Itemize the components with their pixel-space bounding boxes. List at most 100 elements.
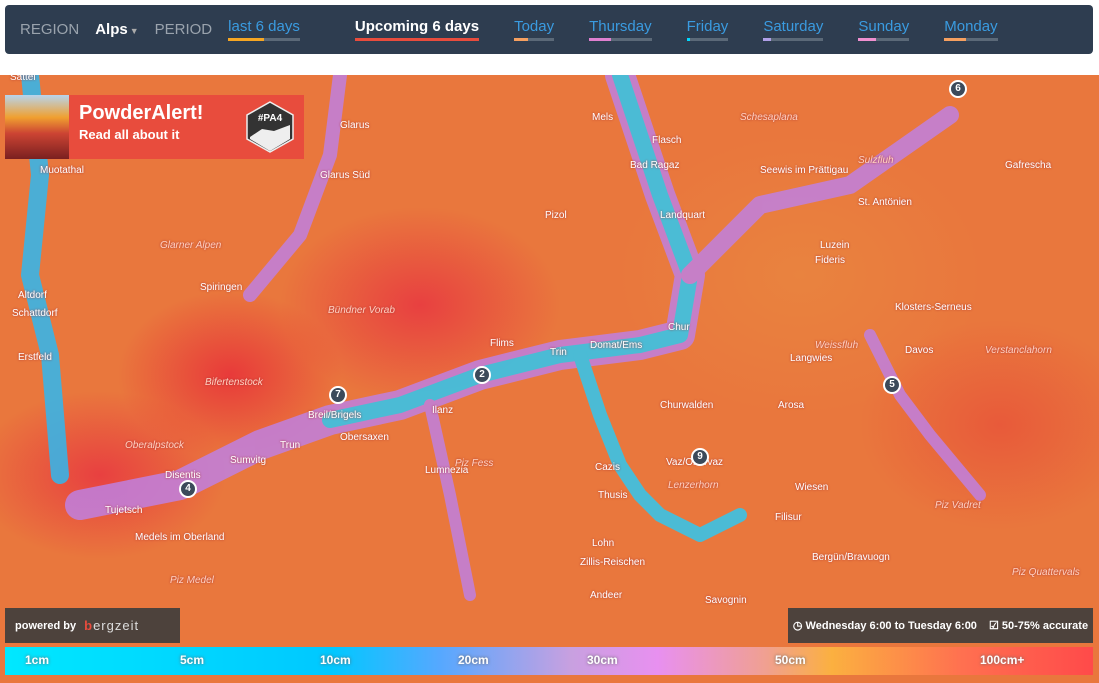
place-label: Seewis im Prättigau [760, 165, 849, 176]
forecast-period: ◷ Wednesday 6:00 to Tuesday 6:00 [793, 619, 977, 632]
place-label: Trin [550, 347, 567, 358]
promo-subtitle[interactable]: Read all about it [79, 127, 203, 142]
place-label: Andeer [590, 590, 623, 601]
tab-thursday[interactable]: Thursday [589, 18, 652, 41]
forecast-info-box: ◷ Wednesday 6:00 to Tuesday 6:00 ☑ 50-75… [788, 608, 1093, 643]
region-label: REGION [20, 21, 80, 38]
station-marker[interactable]: 6 [949, 80, 967, 98]
place-label: Sattel [10, 75, 36, 83]
station-marker[interactable]: 7 [329, 386, 347, 404]
tab-progress-bar [589, 38, 652, 41]
legend-item: 10cm [320, 653, 351, 667]
station-marker[interactable]: 2 [473, 366, 491, 384]
tab-progress-fill [228, 38, 264, 41]
pa4-badge-icon: #PA4 [246, 101, 294, 153]
tab-progress-bar [228, 38, 300, 41]
peak-label: Glarner Alpen [160, 240, 222, 251]
place-label: Ilanz [432, 405, 454, 416]
region-dropdown[interactable]: Alps ▼ [95, 21, 138, 38]
tab-label: last 6 days [228, 18, 300, 35]
place-label: Bergün/Bravuogn [812, 552, 890, 563]
region-value: Alps [95, 21, 128, 38]
legend-item: 1cm [25, 653, 50, 667]
powderalert-banner[interactable]: PowderAlert! Read all about it #PA4 [5, 95, 304, 159]
tab-progress-bar [944, 38, 998, 41]
peak-label: Piz Medel [170, 575, 214, 586]
tab-sunday[interactable]: Sunday [858, 18, 910, 41]
peak-label: Bündner Vorab [328, 305, 395, 316]
peak-label: Bifertenstock [205, 377, 263, 388]
tab-label: Friday [686, 18, 729, 35]
place-label: Bad Ragaz [630, 160, 680, 171]
place-label: Fideris [815, 255, 846, 266]
legend-item: 20cm [458, 653, 489, 667]
bergzeit-logo[interactable]: bergzeit [84, 618, 139, 633]
snow-depth-legend: 1cm 5cm 10cm 20cm 30cm 50cm 100cm+ [5, 647, 1093, 675]
tab-label: Sunday [858, 18, 910, 35]
powered-by-box[interactable]: powered by bergzeit [5, 608, 180, 643]
peak-label: Piz Vadret [935, 500, 981, 511]
tab-progress-fill [763, 38, 771, 41]
peak-label: Lenzerhorn [668, 480, 719, 491]
legend-item: 50cm [775, 653, 806, 667]
peak-label: Sulzfluh [858, 155, 894, 166]
legend-item: 5cm [180, 653, 205, 667]
snow-forecast-map[interactable]: Sattel Glarus Mels Flasch Bad Ragaz Glarus Sü… [0, 75, 1099, 683]
tab-progress-bar [354, 38, 480, 41]
caret-down-icon: ▼ [129, 26, 139, 36]
tab-progress-fill [944, 38, 966, 41]
place-label: Landquart [660, 210, 706, 221]
place-label: Luzein [820, 240, 850, 251]
peak-label: Verstanclahorn [985, 345, 1052, 356]
station-marker[interactable]: 4 [179, 480, 197, 498]
station-marker[interactable]: 5 [883, 376, 901, 394]
period-tabs: last 6 days Upcoming 6 days Today Thursday F… [228, 18, 1032, 41]
peak-label: Schesaplana [740, 112, 798, 123]
tab-label: Upcoming 6 days [354, 18, 480, 35]
tab-progress-fill [589, 38, 611, 41]
promo-title: PowderAlert! [79, 102, 204, 124]
place-label: Klosters-Serneus [895, 302, 972, 313]
tab-progress-fill [858, 38, 877, 41]
place-label: Lohn [592, 538, 615, 549]
place-label: Gafrescha [1005, 160, 1052, 171]
place-label: Sumvitg [230, 455, 267, 466]
tab-progress-bar [763, 38, 824, 41]
place-label: Pizol [545, 210, 567, 221]
place-label: Muotathal [40, 165, 84, 176]
badge-text: #PA4 [258, 113, 283, 124]
place-label: Cazis [595, 462, 621, 473]
tab-label: Saturday [763, 18, 824, 35]
place-label: Davos [905, 345, 934, 356]
tab-monday[interactable]: Monday [944, 18, 998, 41]
legend-item: 100cm+ [980, 653, 1025, 667]
period-label: PERIOD [154, 21, 213, 38]
peak-label: Piz Quattervals [1012, 567, 1080, 578]
place-label: Savognin [705, 595, 747, 606]
period-text: Wednesday 6:00 to Tuesday 6:00 [805, 620, 977, 632]
place-label: Schattdorf [12, 308, 58, 319]
place-label: Filisur [775, 512, 802, 523]
place-label: Tujetsch [105, 505, 143, 516]
forecast-accuracy: ☑ 50-75% accurate [989, 619, 1088, 632]
accuracy-text: 50-75% accurate [1001, 620, 1089, 632]
avatar [5, 95, 69, 159]
place-label: Wiesen [795, 482, 829, 493]
place-label: Obersaxen [340, 432, 389, 443]
clock-icon: ◷ [792, 620, 806, 632]
tab-today[interactable]: Today [514, 18, 555, 41]
place-label: Mels [592, 112, 614, 123]
place-label: Trun [280, 440, 301, 451]
tab-last-6-days[interactable]: last 6 days [228, 18, 300, 41]
tab-upcoming-6-days[interactable]: Upcoming 6 days [354, 18, 480, 41]
peak-label: Piz Fess [455, 458, 494, 469]
place-label: Flims [490, 338, 514, 349]
tab-saturday[interactable]: Saturday [763, 18, 824, 41]
peak-label: Oberalpstock [125, 440, 184, 451]
peak-label: Weissfluh [815, 340, 859, 351]
tab-progress-bar [858, 38, 910, 41]
place-label: Zillis-Reischen [580, 557, 646, 568]
station-marker[interactable]: 9 [691, 448, 709, 466]
place-label: Chur [668, 322, 690, 333]
tab-friday[interactable]: Friday [686, 18, 729, 41]
